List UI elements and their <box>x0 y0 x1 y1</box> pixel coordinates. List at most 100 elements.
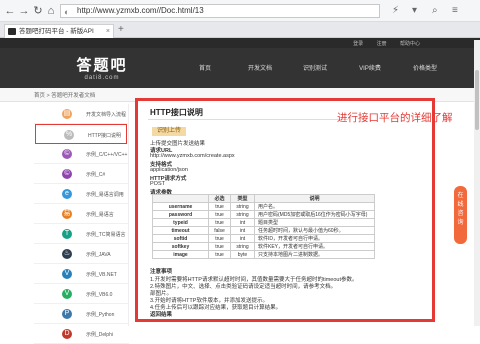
breadcrumb: 首页 > 答题吧开发者文档 <box>34 93 96 99</box>
page-scrollbar[interactable] <box>474 40 480 326</box>
return-result-heading: 返回结果 <box>150 312 173 318</box>
back-icon[interactable]: ← <box>4 5 16 17</box>
param-name: timeout <box>152 226 209 235</box>
table-header: 说明 <box>254 194 375 203</box>
url-input[interactable]: ◐ http://www.yzmxb.com//Doc.html/13 <box>60 4 380 18</box>
sidebar-item-java[interactable]: ♨ 示例_JAVA <box>34 244 129 264</box>
table-row: timeout false int 任务超时时间，默认与最小值为60秒。 <box>152 226 375 235</box>
delphi-icon: D <box>62 329 72 339</box>
logo-subtitle: dati8.com <box>84 75 120 81</box>
param-name: softid <box>152 234 209 243</box>
dropdown-icon[interactable]: ▾ <box>412 5 417 17</box>
note-line: 2.特殊图片，中文、选择、点击类验证码请设定适当超时时间，请参考文档。 <box>150 284 337 290</box>
nav-vip[interactable]: VIP续费 <box>345 63 395 72</box>
sidebar: ▤ 开发文档导入流程 % HTTP接口说明 © 示例_C/C++/VC++ © … <box>34 104 129 344</box>
sidebar-item-label: 示例_C/C++/VC++ <box>86 152 128 158</box>
param-name: typeid <box>152 218 209 227</box>
param-required: true <box>208 242 231 251</box>
table-row: softkey true string 软件KEY，开发者可自行申请。 <box>152 242 375 251</box>
sidebar-item-cpp[interactable]: © 示例_C/C++/VC++ <box>34 144 129 164</box>
refresh-icon[interactable]: ↻ <box>32 5 44 17</box>
sidebar-item-vbnet[interactable]: V 示例_VB.NET <box>34 264 129 284</box>
sidebar-item-eyu[interactable]: 易 示例_易语言 <box>34 204 129 224</box>
param-type: byte <box>230 250 255 259</box>
sidebar-item-label: 示例_VB6.0 <box>86 292 113 298</box>
favicon-icon <box>8 28 16 35</box>
doc-link[interactable]: http://www.yzmxb.com/create.aspx <box>150 153 235 159</box>
tab-bar: 答题吧打码平台 - 新版API × + <box>0 22 480 38</box>
c-icon: © <box>62 149 72 159</box>
sidebar-item-csharp[interactable]: © 示例_C# <box>34 164 129 184</box>
url-text: http://www.yzmxb.com//Doc.html/13 <box>77 6 204 15</box>
sidebar-item-delphi[interactable]: D 示例_Delphi <box>34 324 129 344</box>
param-required: true <box>208 202 231 211</box>
sidebar-item-python[interactable]: P 示例_Python <box>34 304 129 324</box>
new-tab-button[interactable]: + <box>118 24 124 36</box>
sidebar-item-label: 示例_易语言调用 <box>86 192 124 198</box>
vbnet-icon: V <box>62 269 72 279</box>
nav-test[interactable]: 识别测试 <box>290 63 340 72</box>
bolt-icon[interactable]: ⚡ <box>392 5 399 17</box>
param-required: false <box>208 226 231 235</box>
page-title: HTTP接口说明 <box>150 108 203 117</box>
param-required: true <box>208 250 231 259</box>
param-desc: 任务超时时间，默认与最小值为60秒。 <box>254 226 375 235</box>
param-name: username <box>152 202 209 211</box>
table-row: username true string 用户名。 <box>152 202 375 211</box>
param-desc: 题目类型 <box>254 218 375 227</box>
percent-icon: % <box>64 130 74 140</box>
top-links: 登录 注册 帮助中心 <box>341 40 420 47</box>
param-type: int <box>230 218 255 227</box>
sidebar-item-label: 开发文档导入流程 <box>86 112 127 118</box>
params-table: 必选 类型 说明 username true string 用户名。 passw… <box>152 194 375 259</box>
help-link[interactable]: 帮助中心 <box>400 41 420 47</box>
param-desc: 软件KEY，开发者可自行申请。 <box>254 242 375 251</box>
site-header: 答题吧 dati8.com 首页 开发文档 识别测试 VIP续费 价格类型 <box>0 48 480 88</box>
notes-title: 注意事项 <box>150 269 173 275</box>
nav-home[interactable]: 首页 <box>180 63 230 72</box>
sidebar-item-label: 示例_JAVA <box>86 252 111 258</box>
param-type: int <box>230 226 255 235</box>
param-type: string <box>230 202 255 211</box>
search-icon[interactable]: ⌕ <box>432 5 438 17</box>
table-row: softid true int 软件ID，开发者可自行申请。 <box>152 234 375 243</box>
home-icon[interactable]: ⌂ <box>45 5 57 17</box>
sidebar-item-label: 示例_Python <box>86 312 115 318</box>
online-consult-button[interactable]: 在线咨询 <box>454 186 467 244</box>
sidebar-item-tc[interactable]: T 示例_TC简易语言 <box>34 224 129 244</box>
login-link[interactable]: 登录 <box>353 41 363 47</box>
nav-docs[interactable]: 开发文档 <box>235 63 285 72</box>
forward-icon[interactable]: → <box>18 5 30 17</box>
e-icon: 易 <box>62 209 72 219</box>
sidebar-item-label: 示例_Delphi <box>86 332 113 338</box>
tc-icon: T <box>62 229 72 239</box>
doc-line: application/json <box>150 167 188 173</box>
sidebar-item-vb6[interactable]: V 示例_VB6.0 <box>34 284 129 304</box>
annotation-text: 进行接口平台的详细了解 <box>337 112 453 124</box>
table-row: typeid true int 题目类型 <box>152 218 375 227</box>
sidebar-item-label: 示例_C# <box>86 172 106 178</box>
browser-tab[interactable]: 答题吧打码平台 - 新版API × <box>4 24 114 38</box>
param-required: true <box>208 210 231 219</box>
java-icon: ♨ <box>62 249 72 259</box>
param-required: true <box>208 234 231 243</box>
sidebar-item-label: 示例_VB.NET <box>86 272 117 278</box>
sidebar-item-label: 示例_易语言 <box>86 212 114 218</box>
param-name: password <box>152 210 209 219</box>
menu-icon[interactable]: ≡ <box>452 5 458 17</box>
address-bar: ← → ↻ ⌂ ◐ http://www.yzmxb.com//Doc.html… <box>0 0 480 22</box>
vb-icon: V <box>62 289 72 299</box>
register-link[interactable]: 注册 <box>377 41 387 47</box>
table-header: 必选 <box>208 194 231 203</box>
tab-close-icon[interactable]: × <box>106 25 110 38</box>
doc-icon: ▤ <box>62 109 72 119</box>
param-required: true <box>208 218 231 227</box>
scroll-thumb[interactable] <box>475 70 479 130</box>
table-header-row: 必选 类型 说明 <box>152 194 375 203</box>
nav-price[interactable]: 价格类型 <box>400 63 450 72</box>
sidebar-item-eyu-call[interactable]: e 示例_易语言调用 <box>34 184 129 204</box>
site-logo[interactable]: 答题吧 dati8.com <box>62 54 142 81</box>
sidebar-item-http[interactable]: % HTTP接口说明 <box>35 124 127 144</box>
sidebar-item-flow[interactable]: ▤ 开发文档导入流程 <box>34 104 129 124</box>
tab-title: 答题吧打码平台 - 新版API <box>19 28 94 35</box>
